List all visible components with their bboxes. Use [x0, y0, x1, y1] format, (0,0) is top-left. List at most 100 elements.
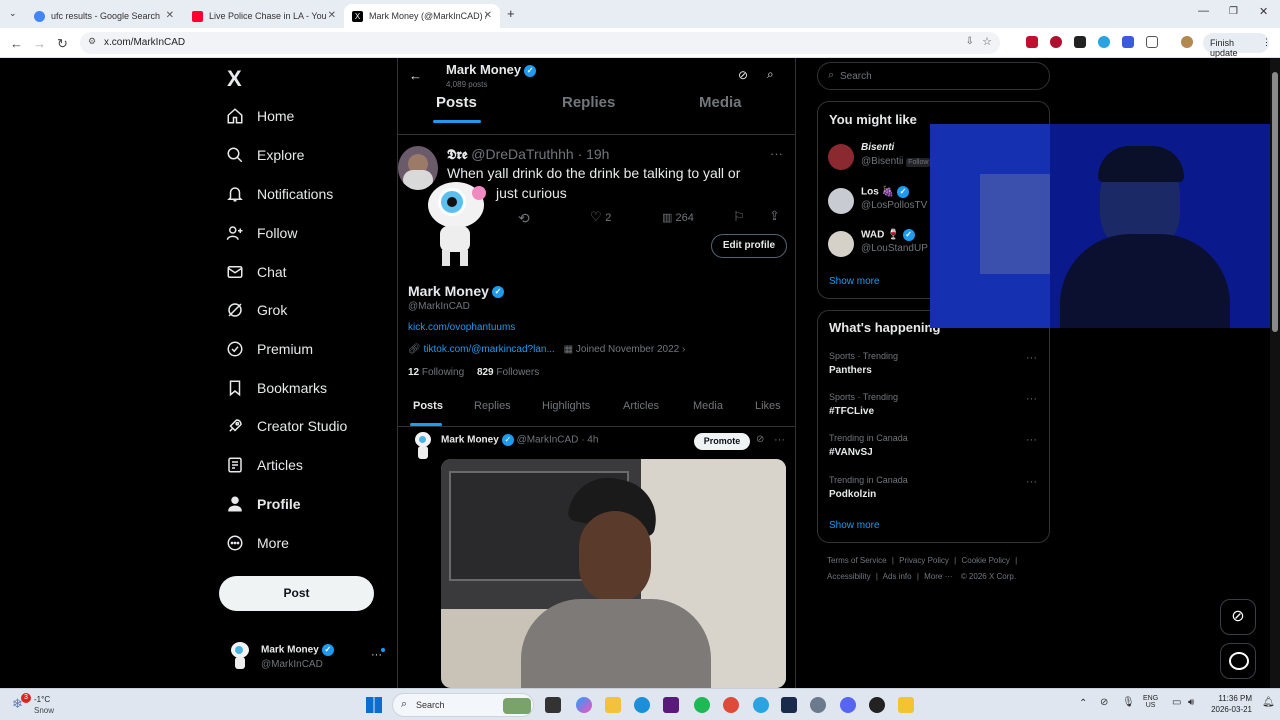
app-icon[interactable]: [781, 697, 797, 713]
profile-tab-posts[interactable]: Posts: [413, 400, 443, 412]
retweet-icon[interactable]: ⟲: [518, 210, 530, 227]
tab-media[interactable]: Media: [699, 94, 742, 111]
post-button[interactable]: Post: [219, 576, 374, 611]
show-more-link[interactable]: Show more: [829, 276, 880, 287]
grok-floating-button[interactable]: ⊘: [1220, 599, 1256, 635]
tab-replies[interactable]: Replies: [562, 94, 615, 111]
promote-button[interactable]: Promote: [694, 433, 750, 450]
file-explorer-icon[interactable]: [605, 697, 621, 713]
sidebar-item-grok[interactable]: Grok: [226, 295, 287, 325]
copilot-icon[interactable]: [576, 697, 592, 713]
grok-icon[interactable]: ⊘: [756, 434, 764, 445]
profile-tab-articles[interactable]: Articles: [623, 400, 659, 412]
close-icon[interactable]: ✕: [484, 10, 492, 21]
sidebar-item-creator-studio[interactable]: Creator Studio: [226, 411, 347, 441]
scrollbar-thumb[interactable]: [1272, 72, 1278, 332]
close-window-icon[interactable]: ✕: [1259, 5, 1268, 18]
url-field[interactable]: ⚙ x.com/MarkInCAD ⇩ ☆: [80, 32, 1000, 54]
obs-icon[interactable]: [869, 697, 885, 713]
following-link[interactable]: 12 Following: [408, 367, 464, 378]
back-icon[interactable]: ←: [409, 68, 422, 83]
followers-link[interactable]: 829 Followers: [477, 367, 539, 378]
tab-x-profile[interactable]: X Mark Money (@MarkInCAD) / X ✕: [344, 4, 500, 28]
bio-link[interactable]: kick.com/ovophantuums: [408, 322, 515, 333]
task-view-icon[interactable]: [545, 697, 561, 713]
puzzle-icon[interactable]: [1146, 36, 1158, 48]
extension-icon[interactable]: [1122, 36, 1134, 48]
tab-google-search[interactable]: ufc results - Google Search ✕: [26, 4, 182, 28]
language-indicator[interactable]: ENG US: [1143, 695, 1158, 709]
avatar[interactable]: [413, 432, 435, 462]
post-handle[interactable]: @MarkInCAD: [517, 435, 579, 446]
cookie-link[interactable]: Cookie Policy: [961, 556, 1009, 565]
network-icon[interactable]: ⊘: [1100, 697, 1108, 708]
show-more-link[interactable]: Show more: [829, 520, 880, 531]
post-author[interactable]: Mark Money: [441, 435, 499, 446]
website-link[interactable]: tiktok.com/@markincad?lan...: [423, 344, 554, 355]
tab-posts[interactable]: Posts: [436, 94, 477, 111]
avatar[interactable]: [1181, 36, 1193, 48]
site-info-icon[interactable]: ⚙: [88, 36, 96, 47]
warning-icon[interactable]: [898, 697, 914, 713]
more-icon[interactable]: ···: [774, 434, 785, 446]
install-icon[interactable]: ⇩: [966, 36, 974, 47]
terms-link[interactable]: Terms of Service: [827, 556, 887, 565]
finish-update-button[interactable]: Finish update ⋮: [1203, 33, 1271, 58]
close-icon[interactable]: ✕: [328, 10, 336, 21]
chat-floating-button[interactable]: [1220, 643, 1256, 679]
views-button[interactable]: ▥ 264: [662, 211, 694, 224]
profile-tab-highlights[interactable]: Highlights: [542, 400, 590, 412]
ads-info-link[interactable]: Ads info: [883, 572, 912, 581]
profile-avatar[interactable]: [424, 178, 490, 270]
reload-icon[interactable]: ↻: [57, 36, 68, 52]
more-icon[interactable]: ···: [770, 146, 783, 161]
more-icon[interactable]: ···: [1026, 434, 1037, 446]
chevron-up-icon[interactable]: ⌃: [1079, 698, 1087, 709]
back-icon[interactable]: ←: [10, 36, 23, 51]
new-tab-button[interactable]: +: [507, 6, 515, 21]
more-icon[interactable]: ···: [1026, 476, 1037, 488]
trend-item[interactable]: Trending in Canada #VANvSJ: [829, 433, 1039, 458]
sidebar-item-articles[interactable]: Articles: [226, 450, 303, 480]
taskbar-search[interactable]: ⌕ Search: [392, 693, 534, 717]
sidebar-item-notifications[interactable]: Notifications: [226, 179, 333, 209]
share-icon[interactable]: ⇪: [769, 208, 780, 224]
sidebar-item-follow[interactable]: Follow: [226, 218, 297, 248]
forward-icon[interactable]: →: [33, 36, 46, 51]
tab-youtube[interactable]: Live Police Chase in LA - YouTu ✕: [184, 4, 344, 28]
discord-icon[interactable]: [840, 697, 856, 713]
like-button[interactable]: ♡ 2: [590, 209, 611, 225]
extension-icon[interactable]: [1026, 36, 1038, 48]
sidebar-item-bookmarks[interactable]: Bookmarks: [226, 373, 327, 403]
trend-item[interactable]: Sports · Trending #TFCLive: [829, 392, 1039, 417]
extension-icon[interactable]: [1074, 36, 1086, 48]
restore-icon[interactable]: ❐: [1229, 6, 1238, 17]
telegram-icon[interactable]: [753, 697, 769, 713]
sidebar-item-home[interactable]: Home: [226, 101, 294, 131]
profile-tab-replies[interactable]: Replies: [474, 400, 511, 412]
search-input[interactable]: ⌕ Search: [817, 62, 1050, 90]
edit-profile-button[interactable]: Edit profile: [711, 234, 787, 258]
weather-widget[interactable]: ❄ 3 -1°C Snow: [10, 693, 70, 717]
account-switcher[interactable]: Mark Money ✓ @MarkInCAD ···: [226, 640, 390, 674]
mic-icon[interactable]: 🎙︎: [1122, 697, 1135, 708]
windows-start-icon[interactable]: [366, 697, 382, 713]
accessibility-link[interactable]: Accessibility: [827, 572, 871, 581]
settings-icon[interactable]: [810, 697, 826, 713]
notifications-icon[interactable]: 🔔︎: [1262, 697, 1275, 708]
sidebar-item-explore[interactable]: Explore: [226, 140, 304, 170]
more-icon[interactable]: ···: [1026, 352, 1037, 364]
chrome-icon[interactable]: [723, 697, 739, 713]
more-icon[interactable]: ···: [1026, 393, 1037, 405]
profile-tab-likes[interactable]: Likes: [755, 400, 781, 412]
extension-icon[interactable]: [1098, 36, 1110, 48]
x-logo[interactable]: X: [227, 66, 242, 92]
sidebar-item-more[interactable]: More: [226, 528, 289, 558]
extension-icon[interactable]: [1050, 36, 1062, 48]
bookmark-icon[interactable]: ⚐: [733, 209, 745, 225]
tab-list-chevron-icon[interactable]: ⌄: [9, 8, 17, 19]
clock[interactable]: 11:36 PM 2026-03-21: [1206, 694, 1252, 714]
minimize-icon[interactable]: —: [1198, 5, 1209, 17]
privacy-link[interactable]: Privacy Policy: [899, 556, 949, 565]
profile-tab-media[interactable]: Media: [693, 400, 723, 412]
